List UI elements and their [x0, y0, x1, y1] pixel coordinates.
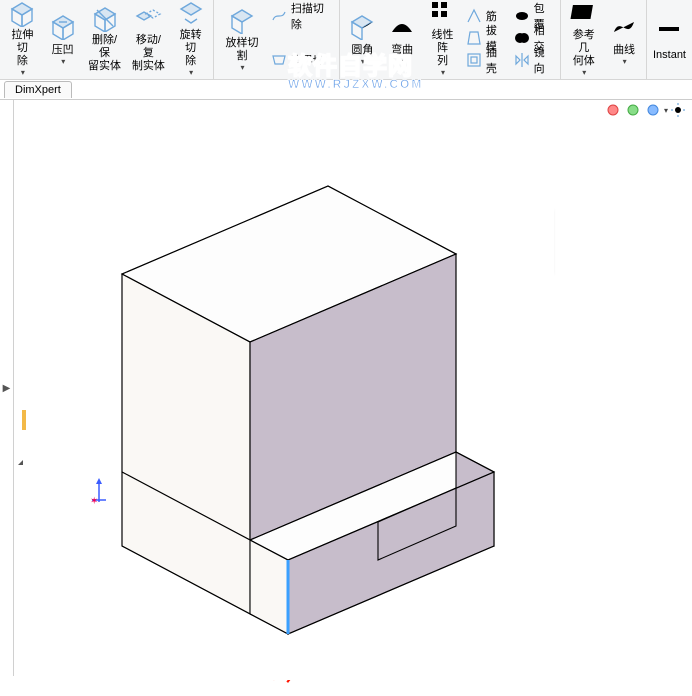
move-copy-button[interactable]: 移动/复 制实体: [126, 2, 170, 74]
pattern-cut-icon: [226, 4, 258, 35]
rotate-cut-button[interactable]: 旋转切 除 ▾: [170, 2, 211, 74]
fillet-icon: [346, 10, 378, 42]
swept-cut-icon: [271, 8, 287, 24]
dropdown-arrow-icon: ▾: [441, 68, 445, 77]
bend-icon: [386, 10, 418, 42]
dropdown-arrow-icon: ▾: [189, 68, 193, 77]
quick-view-toolbar: ▾: [603, 100, 688, 120]
mirror-icon: [514, 52, 530, 68]
work-area: ▶ ▾ ▸ 凸台-拉伸1 | ▾ ↳ 草图1 圆角 沿实体: [0, 100, 692, 676]
instant-icon: [653, 15, 685, 47]
ref-geom-icon: [568, 0, 600, 27]
extrude-cut-icon: [6, 0, 38, 27]
draft-icon: [466, 30, 482, 46]
curves-button[interactable]: 曲线 ▾: [604, 2, 644, 74]
ribbon-group-feat: 圆角 ▾ 弯曲 ▾ 线性阵 列 ▾ 筋: [340, 0, 561, 79]
scene-icon[interactable]: [624, 101, 642, 119]
ribbon: 拉伸切 除 ▾ 压凹 ▾ 删除/保 留实体 移动/复 制实体: [0, 0, 692, 80]
dropdown-arrow-icon: ▾: [361, 57, 365, 66]
ribbon-group-cut: 拉伸切 除 ▾ 压凹 ▾ 删除/保 留实体 移动/复 制实体: [0, 0, 214, 79]
curves-icon: [608, 10, 640, 42]
settings-icon[interactable]: [669, 101, 687, 119]
delete-keep-icon: [89, 4, 121, 32]
shell-icon: [466, 52, 482, 68]
tab-dimxpert[interactable]: DimXpert: [4, 81, 72, 98]
rotate-cut-icon: [175, 0, 207, 27]
tab-bar: DimXpert: [0, 80, 692, 100]
dropdown-arrow-icon: ▾: [21, 68, 25, 77]
dropdown-arrow-icon[interactable]: ▾: [664, 106, 668, 115]
intersect-icon: [514, 30, 530, 46]
pattern-cut-button[interactable]: 放样切割 ▾: [216, 2, 268, 74]
ribbon-group-instant: Instant: [647, 0, 692, 79]
panel-collapse-handle[interactable]: ▶: [0, 100, 14, 676]
ribbon-group-ref: 参考几 何体 ▾ 曲线 ▾: [561, 0, 647, 79]
swept-cut-button[interactable]: 扫描切除: [268, 5, 338, 27]
graphics-canvas[interactable]: ▾ ▸ 凸台-拉伸1 | ▾ ↳ 草图1 圆角 沿实体或曲面特征中的一条或多条边…: [14, 100, 692, 676]
extrude-cut-button[interactable]: 拉伸切 除 ▾: [2, 2, 43, 74]
dropdown-arrow-icon: ▾: [582, 68, 586, 77]
move-copy-icon: [132, 4, 164, 32]
instant-button[interactable]: Instant: [649, 2, 690, 74]
rib-icon: [466, 8, 482, 24]
delete-keep-button[interactable]: 删除/保 留实体: [83, 2, 127, 74]
fillet-button[interactable]: 圆角 ▾: [342, 2, 382, 74]
linear-pattern-icon: [427, 0, 459, 27]
left-edge-handles: [14, 410, 26, 465]
linear-pattern-button[interactable]: 线性阵 列 ▾: [422, 2, 463, 74]
dropdown-arrow-icon: ▾: [623, 57, 627, 66]
ref-geom-button[interactable]: 参考几 何体 ▾: [563, 2, 604, 74]
wrap-icon: [514, 8, 530, 24]
bend-button[interactable]: 弯曲 ▾: [382, 2, 422, 74]
appearance-icon[interactable]: [604, 101, 622, 119]
handle-triangle-icon[interactable]: [18, 460, 23, 465]
revolve-cut-button[interactable]: 压凹 ▾: [43, 2, 83, 74]
display-icon[interactable]: [644, 101, 662, 119]
ribbon-group-sweep: 放样切割 ▾ 扫描切除 边界切: [214, 0, 340, 79]
chevron-right-icon: ▶: [3, 383, 11, 394]
dropdown-arrow-icon: ▾: [401, 57, 405, 66]
boundary-cut-button[interactable]: 边界切: [268, 49, 338, 71]
handle-bar-icon[interactable]: [22, 410, 26, 430]
revolve-cut-icon: [47, 10, 79, 42]
dropdown-arrow-icon: ▾: [61, 57, 65, 66]
shell-button[interactable]: 抽壳: [463, 49, 511, 71]
model-3d: [54, 140, 554, 680]
dropdown-arrow-icon: ▾: [240, 63, 244, 72]
mirror-button[interactable]: 镜向: [511, 49, 559, 71]
boundary-cut-icon: [271, 52, 287, 68]
